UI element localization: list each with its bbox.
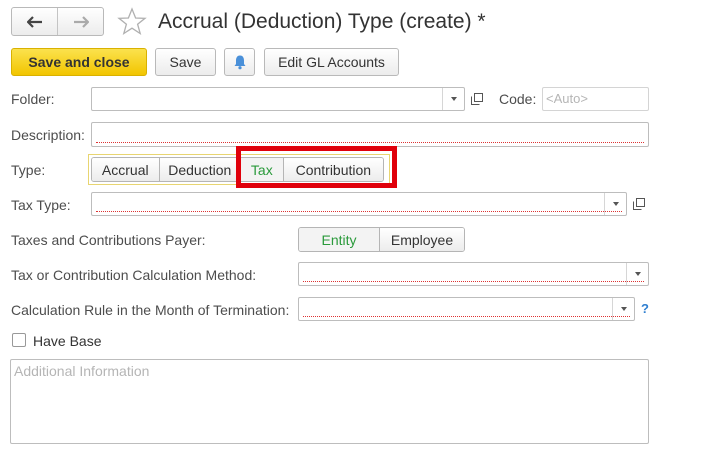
calc-method-dropdown-button[interactable] (626, 263, 648, 285)
code-field[interactable]: <Auto> (542, 87, 649, 111)
save-button[interactable]: Save (155, 48, 216, 76)
help-icon[interactable]: ? (641, 301, 649, 316)
open-window-icon (471, 93, 483, 105)
type-option-deduction[interactable]: Deduction (158, 158, 240, 181)
notification-button[interactable] (224, 48, 255, 76)
back-button[interactable] (12, 8, 57, 35)
favorite-star-icon[interactable] (117, 7, 147, 36)
type-label: Type: (11, 162, 46, 178)
tax-type-label: Tax Type: (11, 197, 71, 213)
page-title: Accrual (Deduction) Type (create) * (158, 10, 486, 33)
payer-option-employee[interactable]: Employee (379, 228, 464, 251)
save-and-close-button[interactable]: Save and close (11, 48, 147, 76)
tax-type-dropdown-button[interactable] (604, 193, 626, 215)
type-option-accrual[interactable]: Accrual (92, 158, 159, 181)
arrow-left-icon (26, 15, 42, 28)
folder-dropdown-button[interactable] (442, 88, 464, 110)
calc-method-label: Tax or Contribution Calculation Method: (11, 267, 257, 283)
arrow-right-icon (73, 15, 89, 28)
have-base-label: Have Base (33, 333, 102, 349)
chevron-down-icon (450, 97, 457, 101)
chevron-down-icon (612, 202, 619, 206)
folder-label: Folder: (11, 91, 55, 107)
calc-rule-label: Calculation Rule in the Month of Termina… (11, 302, 290, 318)
description-label: Description: (11, 127, 85, 143)
tax-type-field[interactable] (91, 192, 627, 216)
history-nav (11, 7, 104, 36)
payer-option-entity[interactable]: Entity (299, 228, 380, 251)
payer-label: Taxes and Contributions Payer: (11, 232, 206, 248)
bell-icon (234, 55, 245, 70)
calc-rule-field[interactable] (298, 297, 635, 321)
additional-info-placeholder: Additional Information (14, 363, 150, 379)
highlight-box (236, 146, 397, 188)
code-label: Code: (499, 91, 537, 107)
edit-gl-accounts-button[interactable]: Edit GL Accounts (264, 48, 399, 76)
folder-field[interactable] (91, 87, 465, 111)
description-field[interactable] (91, 122, 649, 147)
additional-info-field[interactable]: Additional Information (10, 359, 649, 444)
calc-rule-dropdown-button[interactable] (612, 298, 634, 320)
folder-open-button[interactable] (467, 87, 487, 111)
code-placeholder: <Auto> (546, 91, 588, 106)
have-base-checkbox[interactable] (12, 333, 26, 347)
open-window-icon (633, 198, 645, 210)
calc-method-field[interactable] (298, 262, 649, 286)
forward-button[interactable] (57, 8, 103, 35)
payer-selector: Entity Employee (298, 227, 465, 252)
tax-type-open-button[interactable] (629, 192, 649, 216)
chevron-down-icon (620, 307, 627, 311)
chevron-down-icon (634, 272, 641, 276)
